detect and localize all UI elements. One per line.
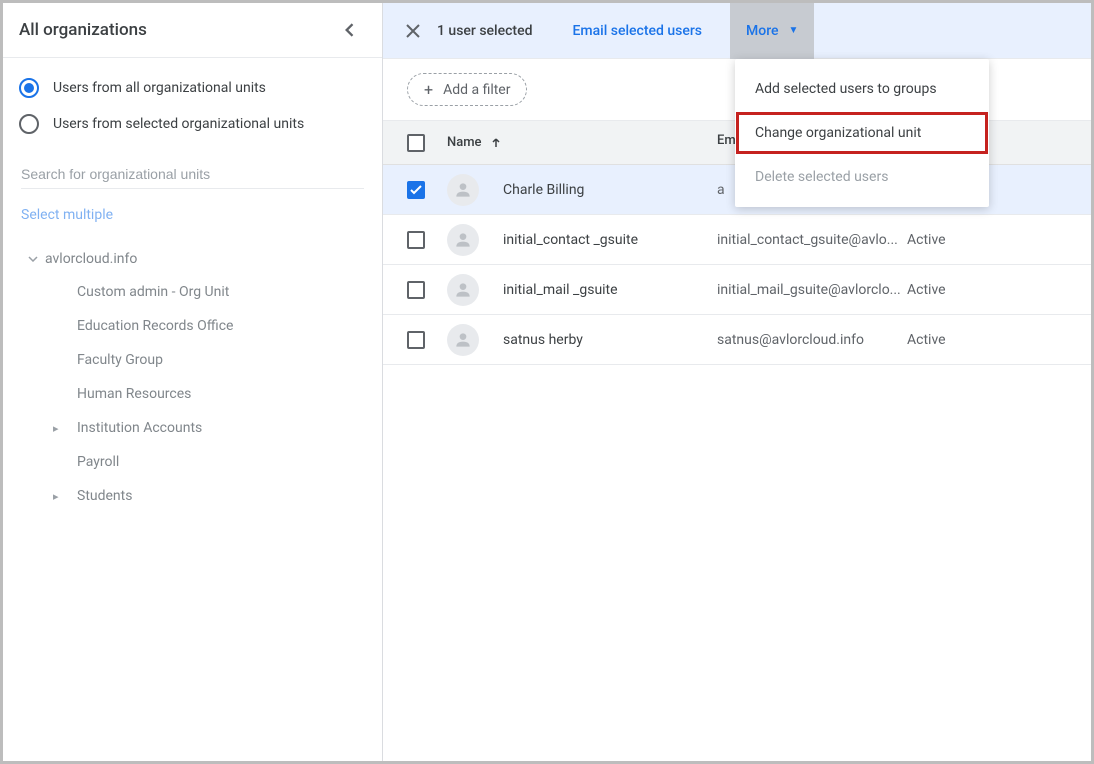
user-name: initial_contact _gsuite — [503, 232, 638, 248]
user-email: a — [717, 182, 725, 198]
tree-root-label: avlorcloud.info — [45, 251, 137, 267]
sidebar-title: All organizations — [19, 20, 147, 40]
search-org-container — [3, 150, 382, 197]
row-checkbox[interactable] — [407, 281, 425, 299]
column-header-name[interactable]: Name — [447, 135, 717, 150]
selection-action-bar: 1 user selected Email selected users Mor… — [383, 3, 1091, 59]
select-all-checkbox[interactable] — [407, 134, 425, 152]
radio-selected-org-units[interactable]: Users from selected organizational units — [19, 106, 366, 142]
row-checkbox[interactable] — [407, 181, 425, 199]
radio-icon — [19, 114, 39, 134]
user-status: Active — [907, 282, 946, 298]
dropdown-change-org-unit[interactable]: Change organizational unit — [735, 111, 989, 155]
more-label: More — [746, 23, 779, 39]
clear-selection-button[interactable] — [393, 11, 433, 51]
user-status: Active — [907, 332, 946, 348]
tree-root[interactable]: avlorcloud.info — [21, 243, 382, 275]
avatar — [447, 174, 479, 206]
avatar — [447, 324, 479, 356]
search-org-input[interactable] — [21, 160, 364, 189]
close-icon — [405, 23, 421, 39]
user-status: Active — [907, 232, 946, 248]
tree-item-label: Human Resources — [77, 386, 191, 402]
radio-label: Users from selected organizational units — [53, 116, 304, 132]
user-email: initial_contact_gsuite@avlo... — [717, 232, 898, 248]
org-scope-radio-group: Users from all organizational units User… — [3, 58, 382, 150]
row-checkbox[interactable] — [407, 331, 425, 349]
tree-item-label: Payroll — [77, 454, 119, 470]
user-email: initial_mail_gsuite@avlorclo... — [717, 282, 901, 298]
select-multiple-link[interactable]: Select multiple — [3, 197, 382, 233]
tree-item-label: Students — [77, 488, 132, 504]
user-name: satnus herby — [503, 332, 583, 348]
tree-item[interactable]: Payroll — [77, 445, 382, 479]
sort-asc-icon — [490, 137, 502, 149]
caret-down-icon — [21, 256, 45, 262]
caret-right-icon: ▸ — [53, 422, 59, 435]
table-row[interactable]: initial_mail _gsuite initial_mail_gsuite@… — [383, 265, 1091, 315]
avatar — [447, 274, 479, 306]
row-checkbox[interactable] — [407, 231, 425, 249]
radio-icon — [19, 78, 39, 98]
dropdown-delete-users: Delete selected users — [735, 155, 989, 199]
tree-item-label: Faculty Group — [77, 352, 163, 368]
org-tree: avlorcloud.info Custom admin - Org Unit E… — [3, 233, 382, 513]
user-email: satnus@avlorcloud.info — [717, 332, 864, 348]
table-row[interactable]: satnus herby satnus@avlorcloud.info Active — [383, 315, 1091, 365]
sidebar: All organizations Users from all organiz… — [3, 3, 383, 761]
tree-item[interactable]: Custom admin - Org Unit — [77, 275, 382, 309]
tree-item[interactable]: ▸Students — [77, 479, 382, 513]
radio-all-org-units[interactable]: Users from all organizational units — [19, 70, 366, 106]
plus-icon: + — [424, 80, 433, 99]
caret-down-icon: ▼ — [789, 25, 799, 36]
collapse-sidebar-button[interactable] — [336, 19, 362, 41]
avatar — [447, 224, 479, 256]
tree-item[interactable]: Faculty Group — [77, 343, 382, 377]
tree-item-label: Institution Accounts — [77, 420, 202, 436]
tree-item[interactable]: Human Resources — [77, 377, 382, 411]
tree-item[interactable]: Education Records Office — [77, 309, 382, 343]
caret-right-icon: ▸ — [53, 490, 59, 503]
email-selected-users-button[interactable]: Email selected users — [560, 15, 714, 47]
user-name: Charle Billing — [503, 182, 584, 198]
tree-item[interactable]: ▸Institution Accounts — [77, 411, 382, 445]
user-name: initial_mail _gsuite — [503, 282, 618, 298]
more-actions-button[interactable]: More ▼ — [730, 3, 814, 59]
dropdown-add-to-groups[interactable]: Add selected users to groups — [735, 67, 989, 111]
chevron-left-icon — [344, 23, 354, 37]
tree-item-label: Custom admin - Org Unit — [77, 284, 229, 300]
sidebar-header: All organizations — [3, 3, 382, 58]
tree-children: Custom admin - Org Unit Education Records… — [21, 275, 382, 513]
radio-label: Users from all organizational units — [53, 80, 266, 96]
add-filter-button[interactable]: + Add a filter — [407, 73, 527, 106]
tree-item-label: Education Records Office — [77, 318, 233, 334]
selected-count: 1 user selected — [437, 23, 532, 39]
table-row[interactable]: initial_contact _gsuite initial_contact_g… — [383, 215, 1091, 265]
add-filter-label: Add a filter — [443, 82, 510, 98]
main-content: 1 user selected Email selected users Mor… — [383, 3, 1091, 761]
more-actions-dropdown: Add selected users to groups Change orga… — [735, 59, 989, 207]
